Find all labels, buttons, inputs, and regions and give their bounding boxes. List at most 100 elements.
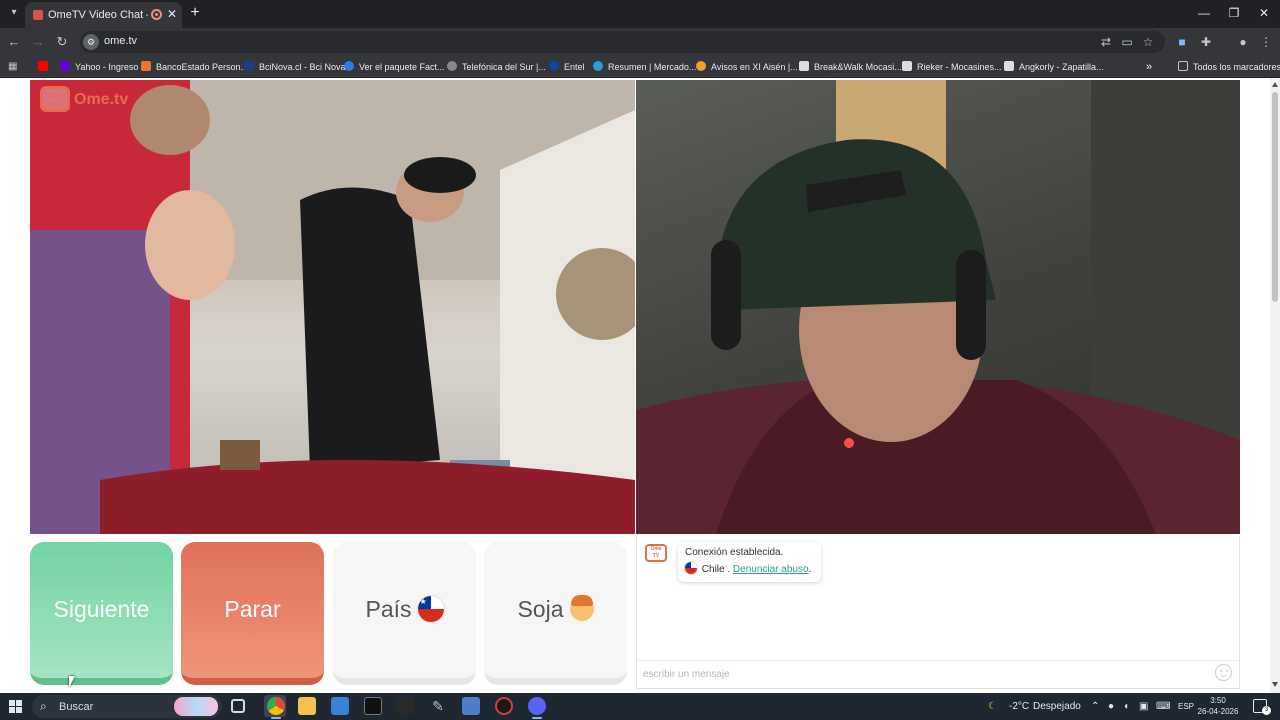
- bookmark-item[interactable]: Avisos en XI Aisén |...: [696, 60, 798, 74]
- message-input[interactable]: [637, 660, 1239, 688]
- translate-icon[interactable]: ⇄: [1098, 34, 1114, 50]
- emoji-picker-icon[interactable]: [1215, 664, 1232, 681]
- new-tab-button[interactable]: +: [188, 5, 202, 21]
- clock-date: 26-04-2026: [1197, 707, 1239, 716]
- bookmark-item[interactable]: Ver el paquete Fact...: [344, 60, 445, 74]
- language-indicator[interactable]: ESP: [1178, 699, 1194, 715]
- all-bookmarks-folder[interactable]: Todos los marcadores: [1178, 60, 1280, 74]
- notifications-badge: 3: [1262, 706, 1271, 715]
- country-button-label: País: [365, 596, 412, 622]
- epic-games-icon[interactable]: [364, 697, 382, 715]
- microsoft-store-icon[interactable]: [331, 697, 349, 715]
- forward-icon[interactable]: →: [30, 34, 46, 50]
- taskbar-clock[interactable]: 3:50 26-04-2026: [1196, 695, 1240, 717]
- window-minimize-button[interactable]: —: [1196, 5, 1212, 21]
- browser-toolbar: ← → ↻ ⚙ ome.tv ⇄ ▭ ☆ ■ ✚ ● ⋮: [0, 28, 1280, 56]
- obs-icon[interactable]: [495, 697, 513, 715]
- next-button-label: Siguiente: [53, 596, 150, 622]
- bookmark-item[interactable]: Angkorly - Zapatilla...: [1004, 60, 1104, 74]
- ometv-logo: Ome TV Ome.tv: [40, 86, 130, 114]
- recording-icon: [151, 9, 162, 20]
- cast-icon[interactable]: ▭: [1119, 34, 1135, 50]
- tab-close-icon[interactable]: ✕: [165, 7, 179, 21]
- browser-menu-icon[interactable]: ⋮: [1258, 34, 1274, 50]
- weather-temp[interactable]: -2°C: [1009, 699, 1029, 715]
- site-info-icon[interactable]: ⚙: [83, 34, 99, 50]
- file-explorer-icon[interactable]: [298, 697, 316, 715]
- pen-app-icon[interactable]: ✎: [429, 697, 447, 715]
- bookmark-item[interactable]: Telefónica del Sur |...: [447, 60, 546, 74]
- apps-grid-icon[interactable]: ▦: [8, 61, 20, 73]
- page-scrollbar[interactable]: [1270, 78, 1280, 693]
- weather-condition[interactable]: Despejado: [1033, 699, 1081, 715]
- reload-icon[interactable]: ↻: [54, 34, 70, 50]
- report-end-dot: .: [808, 564, 812, 575]
- browser-tab[interactable]: OmeTV Video Chat — Alte ✕: [25, 2, 182, 28]
- local-video-scene: [636, 80, 1240, 534]
- bookmark-favicon-icon: [549, 61, 559, 71]
- discord-icon[interactable]: [528, 697, 546, 715]
- ometv-logo-text: Ome.tv: [74, 91, 129, 108]
- scroll-down-icon[interactable]: [1272, 682, 1278, 687]
- report-abuse-link[interactable]: Denunciar abuso: [733, 564, 809, 575]
- volume-icon[interactable]: ◖: [1123, 699, 1129, 715]
- capcut-icon[interactable]: [396, 697, 414, 715]
- address-bar[interactable]: ⚙ ome.tv: [80, 31, 1165, 53]
- task-view-icon[interactable]: [231, 699, 245, 713]
- bookmark-label: Telefónica del Sur |...: [462, 62, 546, 72]
- bookmark-favicon-icon: [141, 61, 151, 71]
- window-restore-button[interactable]: ❐: [1226, 5, 1242, 21]
- tab-search-icon[interactable]: ▾: [6, 5, 22, 21]
- folder-icon: [1178, 61, 1188, 71]
- bookmarks-overflow-button[interactable]: »: [1146, 60, 1152, 74]
- windows-start-icon[interactable]: [9, 700, 22, 713]
- amazon-icon: [902, 61, 912, 71]
- extension-icon[interactable]: ■: [1174, 34, 1190, 50]
- scroll-thumb[interactable]: [1272, 92, 1278, 302]
- partner-country: Chile: [701, 564, 725, 575]
- extensions-puzzle-icon[interactable]: ✚: [1198, 34, 1214, 50]
- bookmark-label: Entel: [564, 62, 585, 72]
- bookmark-label: Resumen | Mercado...: [608, 62, 697, 72]
- bookmark-item[interactable]: Yahoo - Ingreso: [60, 60, 138, 74]
- bookmark-item[interactable]: Break&Walk Mocasi...: [799, 60, 902, 74]
- profile-avatar-icon[interactable]: ●: [1235, 34, 1251, 50]
- bookmark-item[interactable]: Rieker - Mocasines...: [902, 60, 1002, 74]
- weather-moon-icon[interactable]: ☾: [988, 699, 997, 715]
- bookmark-item[interactable]: BciNova.cl - Bci Nova: [244, 60, 346, 74]
- ometv-chat-avatar-icon: Ome TV: [645, 544, 667, 562]
- network-icon[interactable]: ▣: [1139, 699, 1148, 715]
- microphone-icon[interactable]: ●: [1108, 699, 1114, 715]
- shield-app-icon[interactable]: [462, 697, 480, 715]
- country-filter-button[interactable]: País: [333, 542, 476, 685]
- search-highlight-image: [174, 697, 218, 716]
- bookmark-youtube[interactable]: [38, 60, 53, 74]
- back-icon[interactable]: ←: [6, 34, 22, 50]
- bookmark-item[interactable]: BancoEstado Person...: [141, 60, 248, 74]
- chat-panel: Ome TV Conexión establecida. Chile . Den…: [636, 536, 1240, 689]
- keyboard-icon[interactable]: ⌨: [1156, 699, 1170, 715]
- taskbar-search[interactable]: ⌕ Buscar: [32, 695, 222, 718]
- bookmark-label: Avisos en XI Aisén |...: [711, 62, 798, 72]
- bookmark-favicon-icon: [696, 61, 706, 71]
- bookmark-item[interactable]: Entel: [549, 60, 585, 74]
- bookmark-label: Angkorly - Zapatilla...: [1019, 62, 1104, 72]
- gender-filter-button[interactable]: Soja: [484, 542, 627, 685]
- partner-info-line: Chile . Denunciar abuso.: [685, 562, 814, 575]
- chrome-icon: [267, 697, 285, 715]
- mouse-cursor-icon: [69, 676, 79, 688]
- window-close-button[interactable]: ✕: [1256, 5, 1272, 21]
- tab-title: OmeTV Video Chat — Alte: [48, 9, 148, 21]
- tray-overflow-icon[interactable]: ⌃: [1091, 699, 1099, 715]
- bookmark-favicon-icon: [593, 61, 603, 71]
- scroll-up-icon[interactable]: [1272, 82, 1278, 87]
- ometv-page: Ome TV Ome.tv Siguiente Parar País Soja …: [0, 78, 1270, 693]
- bookmark-star-icon[interactable]: ☆: [1140, 34, 1156, 50]
- bookmark-item[interactable]: Resumen | Mercado...: [593, 60, 696, 74]
- youtube-icon: [38, 61, 48, 71]
- system-message-bubble: Conexión establecida. Chile . Denunciar …: [678, 542, 821, 582]
- remote-video: Ome TV Ome.tv: [30, 80, 635, 534]
- next-button[interactable]: Siguiente: [30, 542, 173, 685]
- all-bookmarks-label: Todos los marcadores: [1193, 62, 1280, 72]
- stop-button[interactable]: Parar: [181, 542, 324, 685]
